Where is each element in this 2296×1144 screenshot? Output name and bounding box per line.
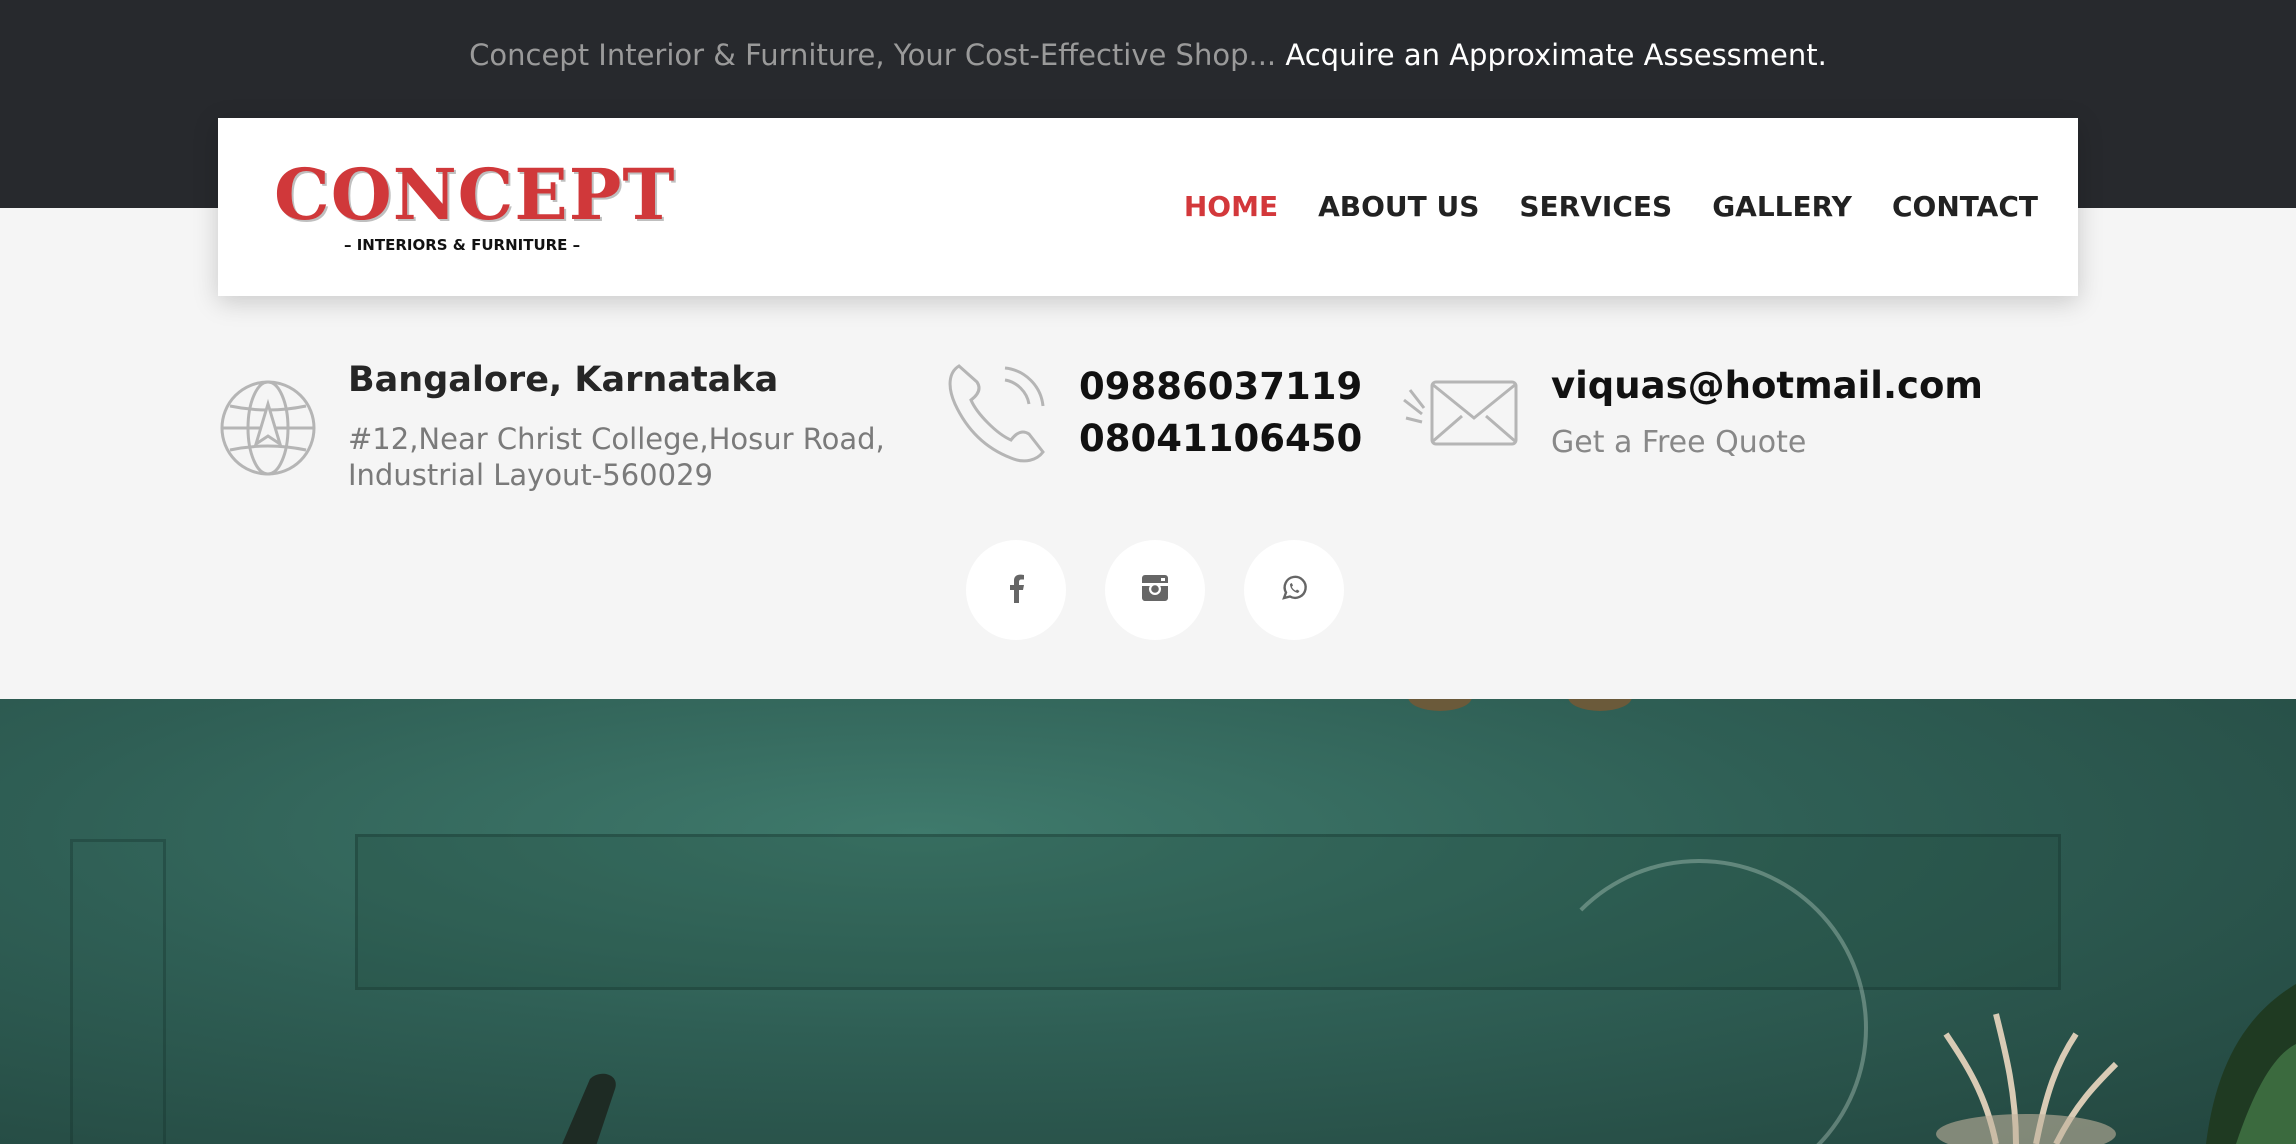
pendant-lights [1408, 699, 1632, 711]
facebook-button[interactable] [966, 540, 1066, 640]
logo[interactable]: CONCEPT – INTERIORS & FURNITURE – [274, 153, 676, 255]
tagline: Concept Interior & Furniture, Your Cost-… [469, 38, 1277, 72]
nav-contact[interactable]: CONTACT [1892, 190, 2038, 223]
phone-number-2[interactable]: 08041106450 [1079, 417, 1362, 460]
mail-icon [1400, 378, 1520, 452]
address-line-2: Industrial Layout-560029 [348, 458, 713, 492]
whatsapp-icon [1280, 574, 1308, 606]
whatsapp-button[interactable] [1244, 540, 1344, 640]
nav-gallery[interactable]: GALLERY [1712, 190, 1852, 223]
email-address[interactable]: viquas@hotmail.com [1551, 364, 1983, 407]
header-navbar: CONCEPT – INTERIORS & FURNITURE – HOME A… [218, 118, 2078, 296]
plant-decoration [1936, 984, 2296, 1144]
hero-banner-image [0, 699, 2296, 1144]
chair-leg [562, 1073, 616, 1144]
address-city: Bangalore, Karnataka [348, 360, 779, 400]
estimate-link[interactable]: Acquire an Approximate Assessment. [1285, 38, 1826, 72]
logo-tagline: – INTERIORS & FURNITURE – [344, 236, 581, 254]
free-quote-link[interactable]: Get a Free Quote [1551, 425, 1806, 460]
wall-panel-left [70, 839, 166, 1144]
address-line-1: #12,Near Christ College,Hosur Road, [348, 422, 885, 456]
nav-about-us[interactable]: ABOUT US [1318, 190, 1479, 223]
instagram-button[interactable] [1105, 540, 1205, 640]
phone-icon [945, 360, 1053, 468]
instagram-icon [1141, 574, 1169, 606]
facebook-icon [1007, 573, 1025, 607]
nav-services[interactable]: SERVICES [1519, 190, 1672, 223]
top-bar-message: Concept Interior & Furniture, Your Cost-… [0, 38, 2296, 72]
logo-wordmark: CONCEPT [274, 153, 676, 236]
globe-icon [218, 378, 318, 482]
phone-number-1[interactable]: 09886037119 [1079, 365, 1362, 408]
main-nav: HOME ABOUT US SERVICES GALLERY CONTACT [1184, 190, 2038, 223]
nav-home[interactable]: HOME [1184, 190, 1278, 223]
